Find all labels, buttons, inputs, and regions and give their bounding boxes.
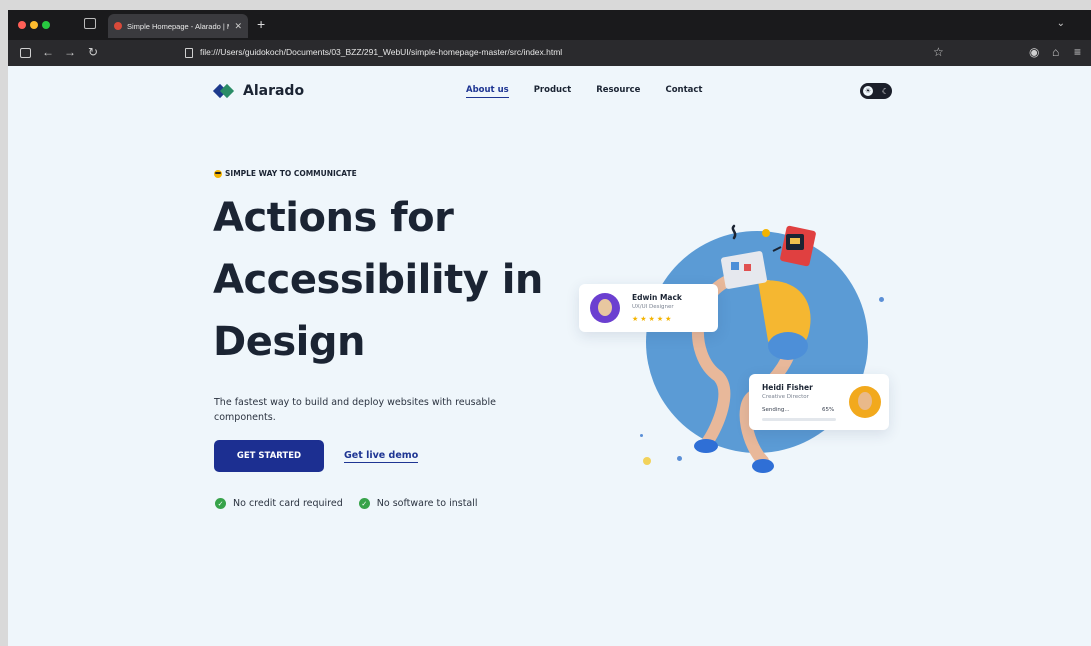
sending-status: Sending... [762, 407, 790, 413]
new-tab-icon[interactable]: + [257, 16, 265, 32]
sending-percent: 65% [822, 407, 835, 413]
tab-title: Simple Homepage - Alarado | M [127, 21, 230, 31]
get-started-button[interactable]: GET STARTED [214, 440, 324, 472]
theme-toggle[interactable]: ☀ ☾ [860, 83, 892, 99]
check-icon: ✓ [358, 498, 370, 509]
tab-strip: Simple Homepage - Alarado | M ✕ + ⌄ [8, 10, 1091, 40]
sun-icon: ☀ [863, 86, 873, 96]
decor-dot [643, 457, 651, 465]
reload-icon[interactable]: ↻ [88, 44, 98, 60]
perk-item: ✓ No software to install [358, 498, 478, 509]
perk-label: No software to install [376, 498, 478, 509]
card-role: Creative Director [762, 394, 809, 400]
hero-illustration: Edwin Mack UX/UI Designer ★★★★★ Heidi Fi… [568, 206, 908, 486]
zoom-window-button[interactable] [42, 21, 50, 29]
card-name: Heidi Fisher [762, 383, 813, 392]
address-bar[interactable]: file:///Users/guidokoch/Documents/03_BZZ… [200, 47, 562, 57]
live-demo-link[interactable]: Get live demo [344, 450, 419, 463]
hero-title-line: Actions for [213, 195, 454, 241]
hero-title: Actions for Accessibility in Design [213, 187, 543, 373]
sidebar-icon[interactable] [20, 48, 31, 58]
avatar [849, 386, 881, 418]
chevron-down-icon[interactable]: ⌄ [1057, 18, 1065, 29]
profile-card-heidi: Heidi Fisher Creative Director Sending..… [749, 374, 889, 430]
main-nav: About us Product Resource Contact [466, 85, 702, 98]
minimize-window-button[interactable] [30, 21, 38, 29]
character-illustration [646, 224, 868, 473]
eyebrow-text: SIMPLE WAY TO COMMUNICATE [225, 169, 357, 178]
profile-card-edwin: Edwin Mack UX/UI Designer ★★★★★ [579, 284, 718, 332]
nav-about-us[interactable]: About us [466, 85, 509, 98]
moon-icon: ☾ [881, 86, 889, 96]
rating-stars-icon: ★★★★★ [632, 316, 674, 323]
card-role: UX/UI Designer [632, 304, 674, 310]
web-page: Alarado About us Product Resource Contac… [8, 66, 1091, 646]
forward-icon[interactable]: → [64, 44, 76, 60]
avatar [590, 293, 620, 323]
card-name: Edwin Mack [632, 293, 682, 302]
check-icon: ✓ [215, 498, 226, 509]
hero-title-line: Design [213, 319, 365, 365]
sunglasses-emoji-icon [214, 169, 222, 178]
bookmark-star-icon[interactable]: ☆ [933, 44, 944, 60]
document-icon [185, 48, 193, 58]
eyebrow: SIMPLE WAY TO COMMUNICATE [214, 169, 357, 178]
hero-subtitle: The fastest way to build and deploy webs… [214, 397, 496, 423]
browser-toolbar: ← → ↻ file:///Users/guidokoch/Documents/… [8, 40, 1091, 66]
tab-close-icon[interactable]: ✕ [234, 21, 242, 32]
perk-label: No credit card required [233, 498, 343, 509]
browser-window: Simple Homepage - Alarado | M ✕ + ⌄ ← → … [8, 10, 1091, 646]
menu-icon[interactable]: ≡ [1074, 44, 1081, 60]
decor-dot [640, 434, 643, 437]
back-icon[interactable]: ← [42, 44, 54, 60]
extensions-icon[interactable]: ⌂ [1052, 44, 1059, 60]
nav-resource[interactable]: Resource [596, 85, 640, 98]
brand[interactable]: Alarado [212, 82, 305, 100]
brand-name: Alarado [243, 83, 305, 99]
hero-title-line: Accessibility in [213, 257, 543, 303]
nav-product[interactable]: Product [534, 85, 572, 98]
decor-dot [879, 297, 884, 302]
favicon-icon [114, 22, 122, 30]
perk-item: ✓ No credit card required [215, 498, 343, 509]
decor-dot [677, 456, 682, 461]
profile-icon[interactable]: ◉ [1029, 44, 1039, 60]
tab-groups-icon[interactable] [84, 18, 96, 29]
logo-icon [212, 82, 235, 100]
progress-bar [762, 418, 836, 421]
nav-contact[interactable]: Contact [665, 85, 702, 98]
perks: ✓ No credit card required ✓ No software … [215, 498, 478, 509]
browser-tab[interactable]: Simple Homepage - Alarado | M ✕ [108, 14, 248, 38]
close-window-button[interactable] [18, 21, 26, 29]
